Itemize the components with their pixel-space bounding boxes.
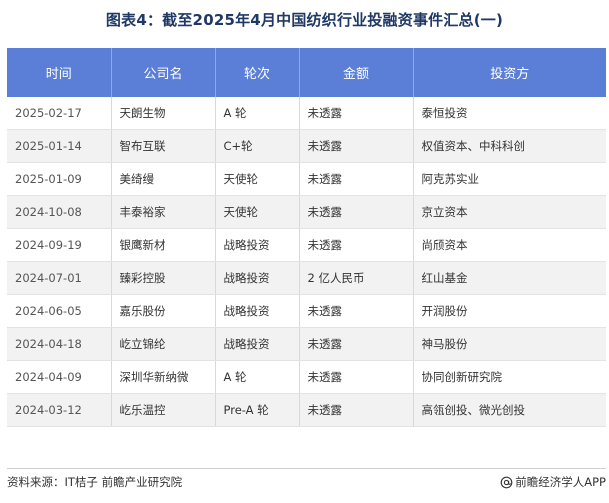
- cell-investor: 神马股份: [413, 327, 606, 361]
- table-header-row: 时间 公司名 轮次 金额 投资方: [7, 48, 606, 97]
- cell-round: 战略投资: [215, 261, 300, 295]
- cell-amount: 未透露: [299, 228, 414, 262]
- column-header-date: 时间: [7, 48, 112, 97]
- cell-amount: 未透露: [299, 393, 414, 427]
- cell-round: C+轮: [215, 129, 300, 163]
- cell-date: 2024-04-09: [7, 360, 112, 394]
- table-body: 2025-02-17 天朗生物 A 轮未透露 泰恒投资 2025-01-14 智布互联 C+…: [7, 97, 606, 427]
- cell-company: 嘉乐股份: [111, 294, 216, 328]
- cell-round: 战略投资: [215, 327, 300, 361]
- table-row: 2024-03-12 屹乐温控 Pre-A 轮未透露 高瓴创投、微光创投: [7, 393, 606, 427]
- column-header-round: 轮次: [215, 48, 300, 97]
- cell-date: 2024-10-08: [7, 195, 112, 229]
- brand-name: 前瞻经济学人APP: [515, 475, 606, 489]
- cell-date: 2024-03-12: [7, 393, 112, 427]
- cell-investor: 泰恒投资: [413, 97, 606, 130]
- cell-round: A 轮: [215, 360, 300, 394]
- column-header-investor: 投资方: [413, 48, 606, 97]
- cell-amount: 未透露: [299, 97, 414, 130]
- table-row: 2024-06-05 嘉乐股份 战略投资 未透露 开润股份: [7, 294, 606, 328]
- cell-company: 屹立锦纶: [111, 327, 216, 361]
- cell-round: Pre-A 轮: [215, 393, 300, 427]
- cell-company: 智布互联: [111, 129, 216, 163]
- cell-investor: 京立资本: [413, 195, 606, 229]
- cell-company: 银鹰新材: [111, 228, 216, 262]
- cell-date: 2024-04-18: [7, 327, 112, 361]
- cell-company: 丰泰裕家: [111, 195, 216, 229]
- cell-investor: 开润股份: [413, 294, 606, 328]
- investment-table-container: 时间 公司名 轮次 金额 投资方 2025-02-17 天朗生物 A 轮未透露 泰恒投…: [7, 48, 606, 427]
- brand-credit: 前瞻经济学人APP: [500, 474, 606, 490]
- cell-amount: 未透露: [299, 327, 414, 361]
- cell-investor: 权值资本、中科科创: [413, 129, 606, 163]
- cell-round: 天使轮: [215, 162, 300, 196]
- cell-investor: 高瓴创投、微光创投: [413, 393, 606, 427]
- table-row: 2025-01-09 美绮缦 天使轮 未透露 阿克苏实业: [7, 162, 606, 196]
- cell-date: 2024-09-19: [7, 228, 112, 262]
- cell-amount: 2 亿人民币: [299, 261, 414, 295]
- cell-company: 屹乐温控: [111, 393, 216, 427]
- table-row: 2024-09-19 银鹰新材 战略投资 未透露 尚颀资本: [7, 228, 606, 262]
- investment-table: 时间 公司名 轮次 金额 投资方 2025-02-17 天朗生物 A 轮未透露 泰恒投…: [7, 48, 606, 427]
- cell-company: 天朗生物: [111, 97, 216, 130]
- cell-amount: 未透露: [299, 195, 414, 229]
- table-row: 2025-02-17 天朗生物 A 轮未透露 泰恒投资: [7, 97, 606, 130]
- table-row: 2024-04-18 屹立锦纶 战略投资 未透露 神马股份: [7, 327, 606, 361]
- page-title: 图表4：截至2025年4月中国纺织行业投融资事件汇总(一): [105, 11, 504, 29]
- cell-round: 战略投资: [215, 294, 300, 328]
- column-header-amount: 金额: [299, 48, 414, 97]
- cell-investor: 阿克苏实业: [413, 162, 606, 196]
- table-row: 2024-10-08 丰泰裕家 天使轮 未透露 京立资本: [7, 195, 606, 229]
- column-header-company: 公司名: [111, 48, 216, 97]
- cell-amount: 未透露: [299, 294, 414, 328]
- cell-round: 天使轮: [215, 195, 300, 229]
- cell-company: 美绮缦: [111, 162, 216, 196]
- table-row: 2024-07-01 臻彩控股 战略投资 2 亿人民币 红山基金: [7, 261, 606, 295]
- footer: 资料来源：IT桔子 前瞻产业研究院 前瞻经济学人APP: [7, 474, 606, 492]
- table-row: 2024-04-09 深圳华新纳微 A 轮未透露 协同创新研究院: [7, 360, 606, 394]
- cell-date: 2025-02-17: [7, 97, 112, 130]
- cell-investor: 协同创新研究院: [413, 360, 606, 394]
- table-row: 2025-01-14 智布互联 C+轮 未透露 权值资本、中科科创: [7, 129, 606, 163]
- cell-round: A 轮: [215, 97, 300, 130]
- footer-divider: [7, 468, 606, 469]
- cell-investor: 尚颀资本: [413, 228, 606, 262]
- cell-company: 臻彩控股: [111, 261, 216, 295]
- cell-investor: 红山基金: [413, 261, 606, 295]
- cell-amount: 未透露: [299, 360, 414, 394]
- cell-company: 深圳华新纳微: [111, 360, 216, 394]
- cell-amount: 未透露: [299, 129, 414, 163]
- cell-round: 战略投资: [215, 228, 300, 262]
- at-sign-icon: [500, 476, 513, 488]
- table-header: 时间 公司名 轮次 金额 投资方: [7, 48, 606, 97]
- cell-date: 2024-07-01: [7, 261, 112, 295]
- cell-date: 2024-06-05: [7, 294, 112, 328]
- cell-date: 2025-01-14: [7, 129, 112, 163]
- cell-date: 2025-01-09: [7, 162, 112, 196]
- cell-amount: 未透露: [299, 162, 414, 196]
- source-note: 资料来源：IT桔子 前瞻产业研究院: [7, 475, 183, 489]
